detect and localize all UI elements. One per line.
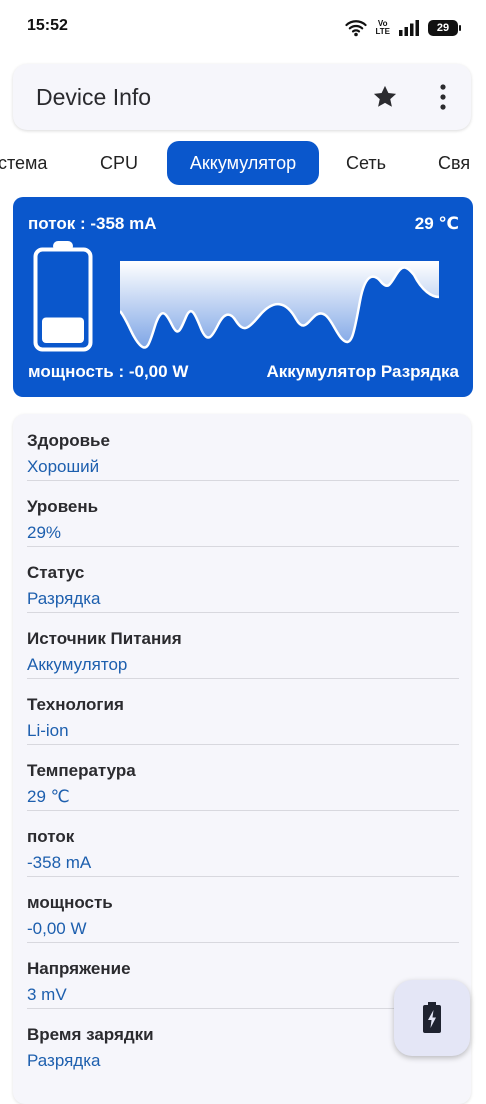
info-label: Время зарядки [27, 1025, 154, 1044]
tab-system[interactable]: стема [0, 141, 58, 185]
info-row-health: Здоровье Хороший [27, 414, 459, 481]
info-row-status: Статус Разрядка [27, 546, 459, 613]
info-value: 29 ℃ [27, 787, 70, 806]
status-bar: 15:52 Vo LTE 29 [0, 0, 486, 56]
info-label: Уровень [27, 497, 99, 516]
info-row-current: поток -358 mA [27, 810, 459, 877]
info-label: Здоровье [27, 431, 110, 450]
info-value: -358 mA [27, 853, 92, 872]
battery-status-readout: Аккумулятор Разрядка [266, 362, 459, 381]
info-value: Разрядка [27, 1051, 101, 1070]
info-row-level: Уровень 29% [27, 480, 459, 547]
info-value: 3 mV [27, 985, 67, 1004]
volte-icon: Vo LTE [375, 20, 390, 36]
battery-charging-icon [423, 1002, 441, 1033]
info-value: Хороший [27, 457, 100, 476]
battery-fab-button[interactable] [394, 980, 470, 1056]
info-value: Аккумулятор [27, 655, 128, 674]
more-vert-icon[interactable] [431, 83, 455, 111]
info-label: Статус [27, 563, 85, 582]
info-row-power-source: Источник Питания Аккумулятор [27, 612, 459, 679]
info-label: мощность [27, 893, 113, 912]
tab-bar: стема CPU Аккумулятор Сеть Свя [0, 141, 486, 187]
info-value: 29% [27, 523, 62, 542]
status-time: 15:52 [27, 17, 68, 34]
battery-icon: 29 [428, 20, 461, 36]
volte-bottom-label: LTE [375, 27, 390, 36]
info-row-power: мощность -0,00 W [27, 876, 459, 943]
info-value: Разрядка [27, 589, 101, 608]
info-row-technology: Технология Li-ion [27, 678, 459, 745]
info-label: Источник Питания [27, 629, 182, 648]
app-bar: Device Info [13, 64, 471, 130]
info-label: Напряжение [27, 959, 131, 978]
battery-level-label: 29 [436, 22, 450, 34]
tab-network[interactable]: Сеть [346, 141, 396, 185]
info-row-temperature: Температура 29 ℃ [27, 744, 459, 811]
info-value: Li-ion [27, 721, 69, 740]
app-title: Device Info [36, 84, 152, 110]
info-value: -0,00 W [27, 919, 87, 938]
star-icon[interactable] [371, 83, 399, 111]
current-readout: поток : -358 mA [28, 214, 157, 233]
signal-icon [399, 20, 419, 36]
info-label: Технология [27, 695, 124, 714]
info-label: Температура [27, 761, 136, 780]
power-readout: мощность : -0,00 W [28, 362, 189, 381]
discharge-graph [120, 261, 439, 349]
tab-battery[interactable]: Аккумулятор [167, 141, 319, 185]
wifi-icon [345, 20, 368, 37]
status-icons: Vo LTE 29 [345, 16, 461, 40]
info-label: поток [27, 827, 75, 846]
battery-level-icon [33, 241, 93, 352]
temperature-readout: 29 ℃ [414, 214, 459, 233]
tab-connection[interactable]: Свя [438, 141, 486, 185]
battery-card: поток : -358 mA 29 ℃ мощность : -0,00 W … [13, 197, 473, 397]
tab-cpu[interactable]: CPU [100, 141, 140, 185]
